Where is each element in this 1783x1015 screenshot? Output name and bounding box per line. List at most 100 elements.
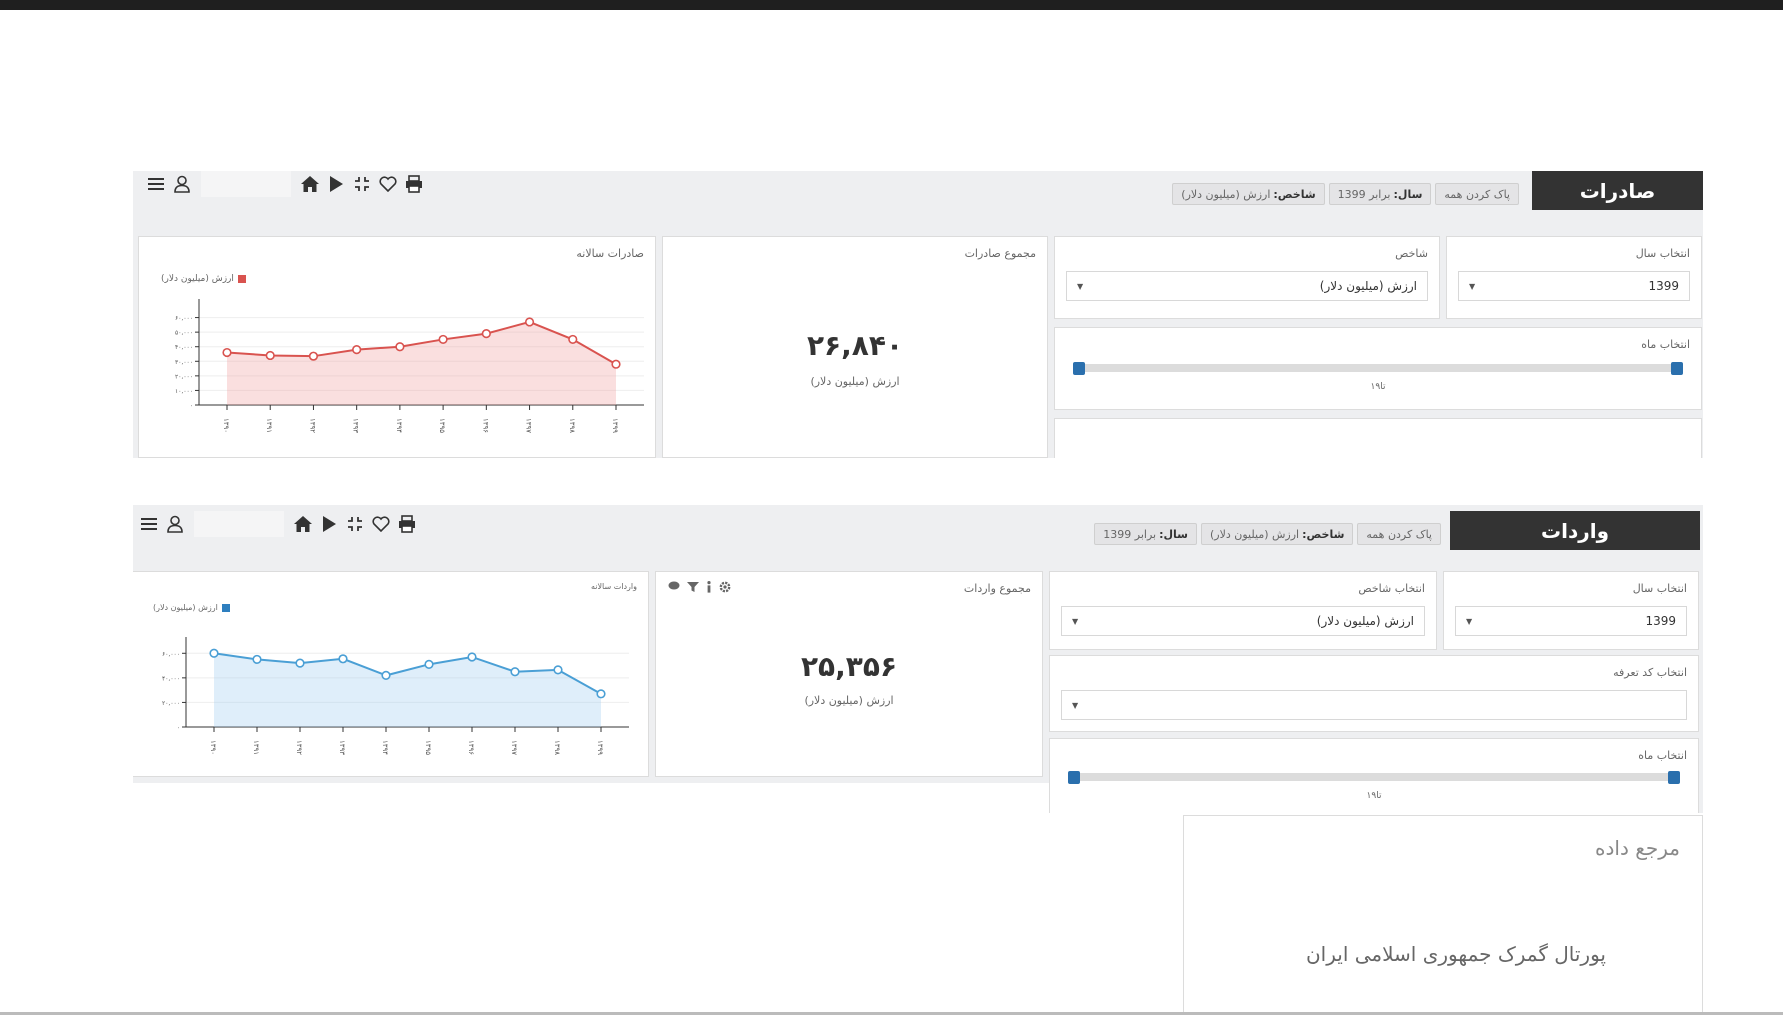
- y-tick-label: ۴۰,۰۰۰: [162, 675, 180, 682]
- comment-icon[interactable]: [668, 581, 680, 591]
- year-chip[interactable]: سال: برابر 1399: [1094, 523, 1198, 545]
- data-point: [438, 334, 448, 345]
- data-point: [596, 689, 606, 699]
- y-tick-label: ۱۰,۰۰۰: [175, 388, 193, 395]
- slider-value: ۱تا۹: [1370, 382, 1386, 392]
- index-select[interactable]: ارزش (میلیون دلار) ▼: [1066, 271, 1428, 301]
- print-icon[interactable]: [394, 511, 420, 537]
- panel-title: واردات: [1450, 511, 1700, 550]
- x-tick-label: ۱۳۹۰: [209, 740, 217, 755]
- year-select[interactable]: 1399 ▼: [1458, 271, 1690, 301]
- select-value: ارزش (میلیون دلار): [1316, 614, 1414, 628]
- compress-icon[interactable]: [342, 511, 368, 537]
- month-slider-card: انتخاب ماه ۱تا۹: [1054, 327, 1702, 410]
- total-unit: (میلیون دلار) ارزش: [810, 375, 900, 388]
- total-value: ۲۶,۸۴۰: [806, 329, 904, 362]
- x-tick-label: ۱۳۹۹: [611, 418, 619, 433]
- data-point: [524, 317, 535, 327]
- tariff-select[interactable]: ▼: [1061, 690, 1687, 720]
- data-point: [352, 345, 362, 355]
- card-label: انتخاب ماه: [1638, 749, 1687, 762]
- select-value: 1399: [1648, 279, 1679, 293]
- y-tick-label: ۶۰,۰۰۰: [162, 651, 180, 658]
- total-exports-card: مجموع صادرات ۲۶,۸۴۰ (میلیون دلار) ارزش: [662, 236, 1048, 458]
- info-icon[interactable]: [706, 581, 712, 593]
- data-point: [265, 350, 275, 361]
- index-chip[interactable]: شاخص: ارزش (میلیون دلار): [1172, 183, 1325, 205]
- chip-key: شاخص:: [1273, 187, 1316, 201]
- series-area: [227, 321, 616, 405]
- print-icon[interactable]: [401, 171, 427, 197]
- y-tick-label: ۶۰,۰۰۰: [175, 315, 193, 322]
- user-icon[interactable]: [169, 171, 195, 197]
- home-icon[interactable]: [290, 511, 316, 537]
- index-chip[interactable]: شاخص: ارزش (میلیون دلار): [1201, 523, 1354, 545]
- filter-icon[interactable]: [687, 581, 699, 593]
- month-slider[interactable]: ۱تا۹: [1068, 771, 1680, 801]
- data-point: [481, 328, 491, 339]
- index-select-card: انتخاب شاخص ارزش (میلیون دلار) ▼: [1049, 571, 1437, 650]
- x-tick-label: ۱۳۹۱: [252, 740, 260, 755]
- x-tick-label: ۱۳۹۶: [481, 418, 489, 433]
- year-select-card: انتخاب سال 1399 ▼: [1446, 236, 1702, 319]
- index-select[interactable]: ارزش (میلیون دلار) ▼: [1061, 606, 1425, 636]
- x-tick-label: ۱۳۹۷: [510, 740, 518, 755]
- clear-all-chip[interactable]: پاک کردن همه: [1357, 523, 1441, 545]
- data-point: [467, 652, 477, 662]
- card-label: شاخص: [1395, 247, 1428, 260]
- selection-chips: پاک کردن همه سال: برابر 1399 شاخص: ارزش (م…: [1172, 183, 1519, 205]
- compress-icon[interactable]: [349, 171, 375, 197]
- menu-icon[interactable]: [143, 171, 169, 197]
- card-label: واردات سالانه: [590, 582, 637, 591]
- y-tick-label: ۵۰,۰۰۰: [175, 330, 193, 337]
- y-tick-label: ۳۰,۰۰۰: [175, 359, 193, 366]
- total-unit: (میلیون دلار) ارزش: [804, 694, 894, 707]
- slider-handle-start[interactable]: [1073, 362, 1085, 375]
- month-slider-card: انتخاب ماه ۱تا۹: [1049, 738, 1699, 813]
- empty-card: [1054, 418, 1702, 458]
- data-point: [222, 347, 232, 358]
- x-tick-label: ۱۳۹۳: [338, 740, 346, 755]
- slider-track[interactable]: [1073, 364, 1683, 372]
- data-point: [252, 654, 262, 665]
- x-tick-label: ۱۳۹۵: [438, 418, 446, 433]
- heart-icon[interactable]: [368, 511, 394, 537]
- play-icon[interactable]: [316, 511, 342, 537]
- home-icon[interactable]: [297, 171, 323, 197]
- month-slider[interactable]: ۱تا۹: [1073, 362, 1683, 392]
- index-select-card: شاخص ارزش (میلیون دلار) ▼: [1054, 236, 1440, 319]
- heart-icon[interactable]: [375, 171, 401, 197]
- search-box[interactable]: [194, 511, 284, 537]
- slider-handle-start[interactable]: [1068, 771, 1080, 784]
- gear-icon[interactable]: [719, 581, 731, 593]
- data-point: [308, 351, 319, 361]
- x-tick-label: ۱۳۹۴: [395, 418, 403, 433]
- search-box[interactable]: [201, 171, 291, 197]
- select-value: 1399: [1645, 614, 1676, 628]
- data-point: [424, 659, 434, 669]
- x-tick-label: ۱۳۹۲: [308, 418, 316, 433]
- card-label: مجموع صادرات: [964, 247, 1036, 260]
- imports-chart: ۰ ۲۰,۰۰۰ ۴۰,۰۰۰ ۶۰,۰۰۰ ۱۳۹۰ ۱۳۹۱ ۱۳۹۲ ۱۳۹۳ ۱۳۹۴ ۱…: [162, 637, 629, 755]
- total-imports-card: مجموع واردات ۲۵,۳۵۶ (میلیون دلار) ارزش: [655, 571, 1043, 777]
- user-icon[interactable]: [162, 511, 188, 537]
- data-source-card: مرجع داده پورتال گمرک جمهوری اسلامی ایرا…: [1183, 815, 1703, 1015]
- slider-handle-end[interactable]: [1668, 771, 1680, 784]
- x-tick-label: ۱۳۹۵: [424, 740, 432, 755]
- slider-track[interactable]: [1068, 773, 1680, 781]
- chip-value: ارزش (میلیون دلار): [1210, 527, 1300, 541]
- clear-all-chip[interactable]: پاک کردن همه: [1435, 183, 1519, 205]
- play-icon[interactable]: [323, 171, 349, 197]
- year-select[interactable]: 1399 ▼: [1455, 606, 1687, 636]
- year-chip[interactable]: سال: برابر 1399: [1328, 183, 1432, 205]
- card-label: انتخاب سال: [1632, 582, 1687, 595]
- menu-icon[interactable]: [136, 511, 162, 537]
- x-tick-label: ۱۳۹۴: [381, 740, 389, 755]
- slider-handle-end[interactable]: [1671, 362, 1683, 375]
- chip-key: سال:: [1159, 527, 1189, 541]
- data-point: [510, 667, 520, 677]
- data-point: [611, 359, 621, 369]
- x-tick-label: ۱۳۹۱: [265, 418, 273, 433]
- x-tick-label: ۱۳۹۸: [568, 418, 576, 433]
- card-label: مجموع واردات: [963, 582, 1031, 595]
